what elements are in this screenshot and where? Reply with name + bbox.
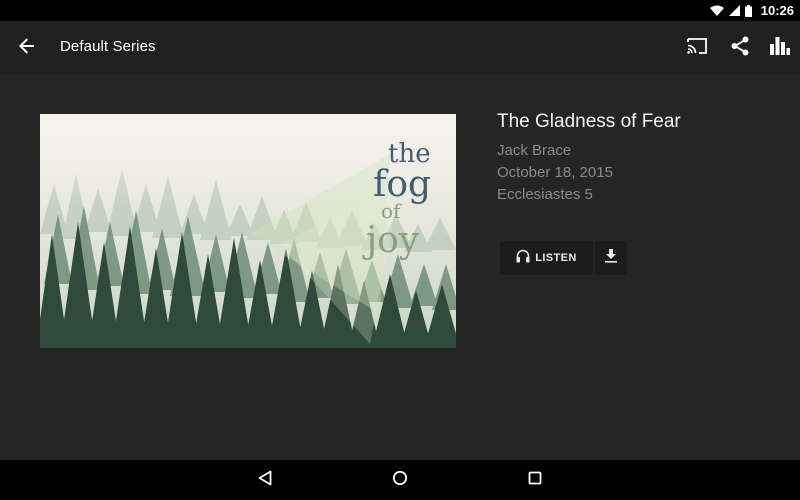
back-triangle-icon [258,470,272,491]
recents-square-icon [528,471,542,490]
sermon-date: October 18, 2015 [497,164,613,181]
listen-label: LISTEN [535,252,577,264]
home-circle-icon [392,470,408,491]
cellular-icon [728,5,740,16]
scripture-reference: Ecclesiastes 5 [497,186,593,203]
stats-button[interactable] [767,35,793,61]
wifi-icon [709,5,724,16]
stats-icon [770,36,790,60]
arrow-back-icon [19,37,35,59]
artwork-word-joy: joy [362,220,420,261]
nav-recents-button[interactable] [524,470,546,490]
nav-home-button[interactable] [389,470,411,490]
speaker-name: Jack Brace [497,142,572,159]
status-bar: 10:26 [0,0,800,21]
back-button[interactable] [14,35,40,61]
system-navigation-bar [0,460,800,500]
sermon-detail: the fog of joy The Gladness of Fear Jack… [0,74,800,460]
share-icon [730,36,750,61]
sermon-artwork: the fog of joy [40,114,456,348]
battery-icon [744,4,752,17]
sermon-title: The Gladness of Fear [497,111,681,132]
status-time: 10:26 [760,3,794,18]
headphones-icon [516,249,530,268]
share-button[interactable] [727,35,753,61]
page-title: Default Series [60,38,156,55]
status-icons: 10:26 [709,0,794,21]
nav-back-button[interactable] [254,470,276,490]
cast-icon [687,37,707,59]
download-icon [604,248,618,268]
cast-button[interactable] [684,35,710,61]
listen-button[interactable]: LISTEN [500,241,593,275]
app-bar: Default Series [0,21,800,74]
download-button[interactable] [595,241,627,275]
